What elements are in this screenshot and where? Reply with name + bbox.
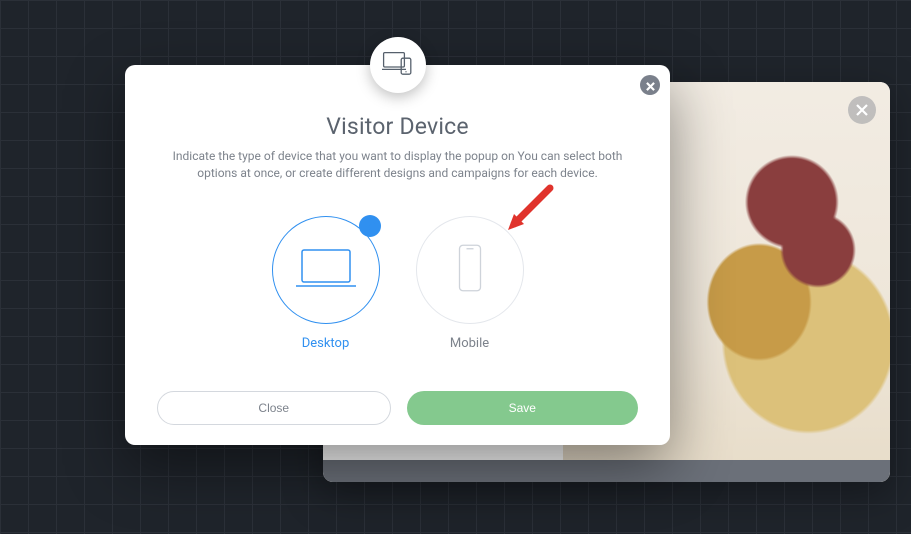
check-icon (364, 216, 375, 235)
desktop-option-circle (272, 216, 380, 324)
desktop-icon (294, 246, 358, 294)
close-icon (856, 101, 868, 120)
modal-content: Visitor Device Indicate the type of devi… (125, 65, 670, 445)
selected-badge (359, 215, 381, 237)
modal-description: Indicate the type of device that you wan… (163, 148, 633, 182)
mobile-option-label: Mobile (450, 336, 489, 351)
preview-close-button[interactable] (848, 96, 876, 124)
close-button[interactable]: Close (157, 391, 391, 425)
mobile-option-circle (416, 216, 524, 324)
mobile-icon (456, 242, 484, 298)
desktop-option-label: Desktop (302, 336, 350, 351)
modal-title: Visitor Device (326, 113, 469, 140)
save-button[interactable]: Save (407, 391, 639, 425)
desktop-option[interactable]: Desktop (272, 216, 380, 351)
modal-button-row: Close Save (157, 391, 638, 425)
device-options: Desktop Mobile (272, 216, 524, 351)
visitor-device-modal: Visitor Device Indicate the type of devi… (125, 65, 670, 445)
mobile-option[interactable]: Mobile (416, 216, 524, 351)
preview-bottom-bar (323, 460, 890, 482)
